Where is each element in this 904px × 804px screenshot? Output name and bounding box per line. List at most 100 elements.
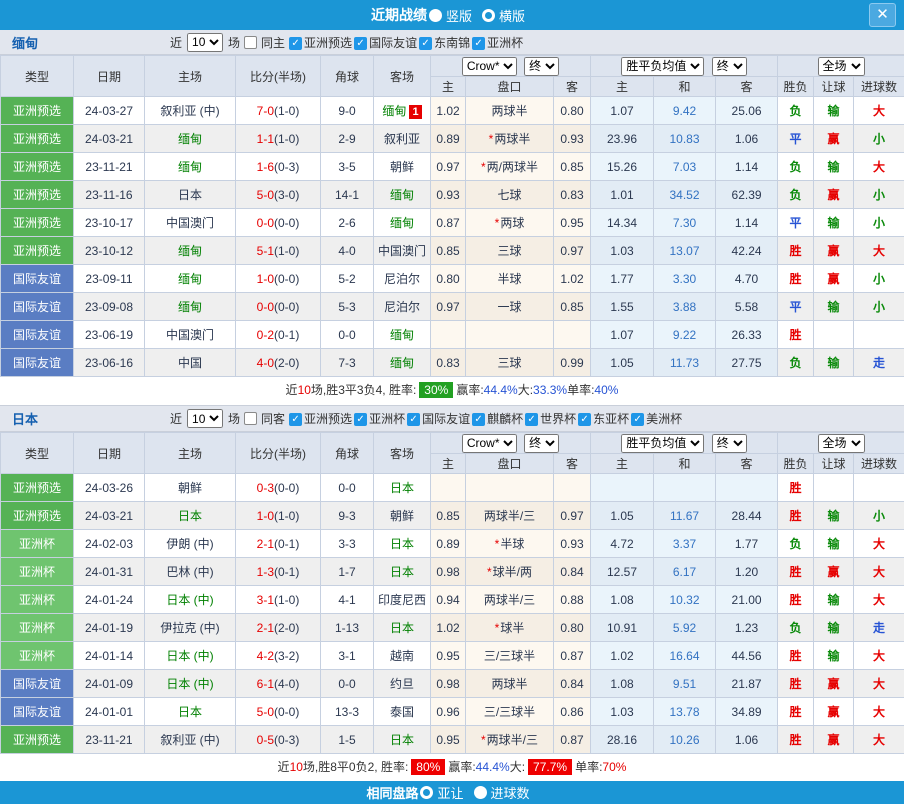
goals-trend-label[interactable]: 进球数 (491, 783, 530, 802)
competition-checkbox[interactable]: ✓ (472, 413, 485, 426)
away-team-cell: 尼泊尔 (374, 293, 431, 321)
horizontal-layout-radio[interactable] (482, 9, 495, 22)
vertical-layout-radio[interactable] (429, 9, 442, 22)
col-odds-away: 客 (554, 77, 591, 97)
date-cell: 23-11-21 (74, 153, 145, 181)
result-goals-cell: 大 (854, 698, 904, 726)
competition-type-cell: 国际友谊 (1, 670, 74, 698)
mean-select[interactable]: 胜平负均值 (621, 57, 704, 76)
handicap-cell: 半球 (466, 265, 554, 293)
competition-label[interactable]: 亚洲杯 (369, 412, 405, 426)
match-row: 亚洲杯24-01-31巴林 (中)1-3(0-1)1-7日本0.98*球半/两0… (1, 558, 904, 586)
mean-time-select[interactable]: 终 (712, 434, 747, 453)
odds-away-cell: 0.99 (554, 349, 591, 377)
odds-company-select[interactable]: Crow* (462, 434, 517, 453)
result-wdl-cell: 胜 (778, 698, 814, 726)
scope-select[interactable]: 全场 (818, 434, 865, 453)
competition-filter-list: ✓亚洲预选✓亚洲杯✓国际友谊✓麒麟杯✓世界杯✓东亚杯✓美洲杯 (287, 410, 682, 427)
competition-label[interactable]: 亚洲杯 (487, 36, 523, 50)
handicap-trend-radio[interactable] (420, 786, 433, 799)
corner-cell: 14-1 (321, 181, 374, 209)
competition-label[interactable]: 美洲杯 (646, 412, 682, 426)
score-cell: 0-0(0-0) (236, 293, 321, 321)
result-handicap-cell: 输 (814, 153, 854, 181)
recent-count-select[interactable]: 10 (187, 409, 223, 428)
competition-label[interactable]: 国际友谊 (422, 412, 470, 426)
handicap-trend-label[interactable]: 亚让 (437, 783, 463, 802)
competition-label[interactable]: 亚洲预选 (304, 412, 352, 426)
odds-home-cell: 0.80 (431, 265, 466, 293)
date-cell: 23-10-17 (74, 209, 145, 237)
goals-trend-radio[interactable] (474, 786, 487, 799)
date-cell: 23-11-16 (74, 181, 145, 209)
mean-draw-cell: 6.17 (654, 558, 716, 586)
competition-checkbox[interactable]: ✓ (578, 413, 591, 426)
col-mean-draw: 和 (654, 77, 716, 97)
odds-home-cell (431, 321, 466, 349)
competition-label[interactable]: 国际友谊 (369, 36, 417, 50)
result-goals-cell: 大 (854, 670, 904, 698)
result-wdl-cell: 胜 (778, 321, 814, 349)
score-cell: 1-0(1-0) (236, 502, 321, 530)
odds-time-select[interactable]: 终 (524, 57, 559, 76)
mean-select[interactable]: 胜平负均值 (621, 434, 704, 453)
score-cell: 0-5(0-3) (236, 726, 321, 754)
mean-home-cell: 1.77 (591, 265, 654, 293)
handicap-cell: 三球 (466, 237, 554, 265)
result-goals-cell: 小 (854, 125, 904, 153)
competition-checkbox[interactable]: ✓ (354, 37, 367, 50)
same-side-label[interactable]: 同主 (261, 34, 285, 51)
score-cell: 1-3(0-1) (236, 558, 321, 586)
same-side-checkbox[interactable] (244, 36, 257, 49)
competition-label[interactable]: 东南锦 (434, 36, 470, 50)
col-date: 日期 (74, 56, 145, 97)
mean-draw-cell: 13.07 (654, 237, 716, 265)
col-mean-away: 客 (716, 454, 778, 474)
close-button[interactable]: ✕ (869, 3, 896, 27)
competition-label[interactable]: 东亚杯 (593, 412, 629, 426)
horizontal-layout-label[interactable]: 横版 (499, 6, 525, 25)
result-wdl-cell: 胜 (778, 474, 814, 502)
corner-cell: 0-0 (321, 321, 374, 349)
competition-checkbox[interactable]: ✓ (472, 37, 485, 50)
competition-checkbox[interactable]: ✓ (631, 413, 644, 426)
same-side-checkbox[interactable] (244, 412, 257, 425)
away-team-cell: 日本 (374, 558, 431, 586)
scope-select[interactable]: 全场 (818, 57, 865, 76)
odds-company-select[interactable]: Crow* (462, 57, 517, 76)
mean-time-select[interactable]: 终 (712, 57, 747, 76)
col-handicap: 盘口 (466, 77, 554, 97)
competition-label[interactable]: 麒麟杯 (487, 412, 523, 426)
competition-checkbox[interactable]: ✓ (525, 413, 538, 426)
competition-checkbox[interactable]: ✓ (354, 413, 367, 426)
match-row: 国际友谊24-01-01日本5-0(0-0)13-3泰国0.96三/三球半0.8… (1, 698, 904, 726)
recent-count-select[interactable]: 10 (187, 33, 223, 52)
summary-text: 近 (278, 758, 290, 775)
away-team-cell: 缅甸 (374, 181, 431, 209)
result-goals-cell: 大 (854, 153, 904, 181)
match-row: 国际友谊23-09-08缅甸0-0(0-0)5-3尼泊尔0.97一球0.851.… (1, 293, 904, 321)
competition-checkbox[interactable]: ✓ (407, 413, 420, 426)
home-team-cell: 缅甸 (145, 125, 236, 153)
vertical-layout-label[interactable]: 竖版 (446, 6, 472, 25)
col-result-wdl: 胜负 (778, 454, 814, 474)
score-cell: 4-0(2-0) (236, 349, 321, 377)
competition-checkbox[interactable]: ✓ (419, 37, 432, 50)
score-cell: 1-1(1-0) (236, 125, 321, 153)
odds-away-cell: 0.97 (554, 502, 591, 530)
mean-draw-cell: 11.73 (654, 349, 716, 377)
score-cell: 5-0(3-0) (236, 181, 321, 209)
title-bar: 近期战绩 竖版 横版 ✕ (0, 0, 904, 30)
odds-time-select[interactable]: 终 (524, 434, 559, 453)
competition-label[interactable]: 世界杯 (540, 412, 576, 426)
away-team-cell: 日本 (374, 726, 431, 754)
same-side-label[interactable]: 同客 (261, 410, 285, 427)
summary-text: 赢率: (448, 758, 475, 775)
match-row: 亚洲杯24-02-03伊朗 (中)2-1(0-1)3-3日本0.89*半球0.9… (1, 530, 904, 558)
mean-draw-cell (654, 474, 716, 502)
competition-filter-list: ✓亚洲预选✓国际友谊✓东南锦✓亚洲杯 (287, 34, 523, 51)
competition-label[interactable]: 亚洲预选 (304, 36, 352, 50)
competition-checkbox[interactable]: ✓ (289, 37, 302, 50)
mean-home-cell: 4.72 (591, 530, 654, 558)
competition-checkbox[interactable]: ✓ (289, 413, 302, 426)
